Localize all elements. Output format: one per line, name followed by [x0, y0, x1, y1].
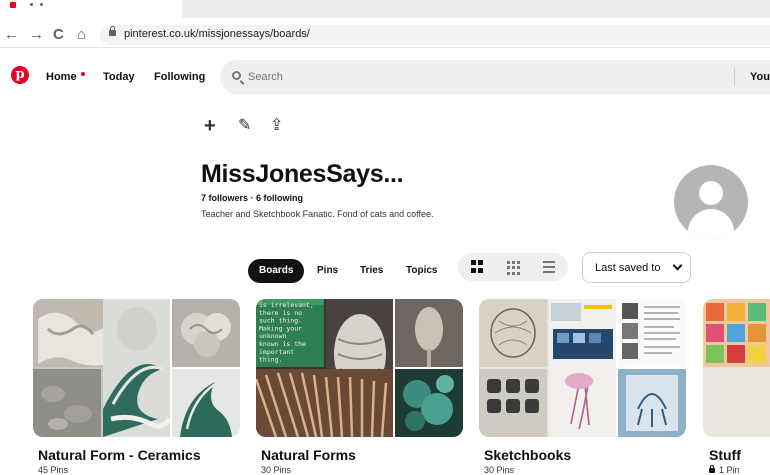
quote-line: thing.: [259, 356, 282, 364]
browser-tabstrip: [0, 0, 770, 22]
board-image: [172, 369, 240, 437]
board-pin-count: 1 Pin: [709, 465, 740, 475]
url-text[interactable]: pinterest.co.uk/missjonessays/boards/: [124, 28, 310, 40]
board-image: [395, 369, 463, 437]
board-title[interactable]: Natural Forms: [261, 447, 356, 463]
profile-name: MissJonesSays...: [201, 160, 404, 188]
home-icon[interactable]: ⌂: [77, 26, 86, 44]
board-image: [618, 299, 686, 367]
quote-line: such thing.: [259, 317, 302, 325]
quote-line: is irrelevant,: [259, 301, 314, 309]
board-image: [33, 299, 170, 437]
board-image: is irrelevant, there is no such thing. Maki…: [256, 299, 393, 437]
board-cover-natural-forms[interactable]: is irrelevant, there is no such thing. Maki…: [256, 299, 463, 437]
board-image: [618, 369, 686, 437]
board-pin-count: 30 Pins: [484, 465, 515, 475]
sort-dropdown[interactable]: Last saved to: [582, 252, 691, 283]
board-pin-count: 45 Pins: [38, 465, 69, 475]
browser-tab[interactable]: [182, 0, 770, 18]
view-toggle: [458, 253, 568, 281]
add-icon[interactable]: +: [204, 116, 216, 136]
pinterest-logo-icon[interactable]: p: [11, 66, 29, 84]
tab-boards[interactable]: Boards: [248, 259, 305, 283]
list-view-icon[interactable]: [543, 261, 557, 275]
share-icon[interactable]: ⇪: [270, 116, 283, 136]
avatar-body-icon: [688, 209, 734, 239]
back-icon[interactable]: ←: [4, 26, 19, 44]
board-cover-sketchbooks[interactable]: [479, 299, 686, 437]
board-cover-stuff[interactable]: [703, 299, 770, 437]
board-pin-count: 30 Pins: [261, 465, 292, 475]
board-title[interactable]: Sketchbooks: [484, 447, 571, 463]
search-placeholder: Search: [248, 71, 283, 83]
board-title[interactable]: Natural Form - Ceramics: [38, 447, 201, 463]
reload-icon[interactable]: C: [53, 26, 64, 44]
tab-dot: [40, 3, 43, 6]
lock-icon[interactable]: [109, 26, 116, 36]
quote-line: Making your: [259, 324, 302, 332]
board-title[interactable]: Stuff: [709, 447, 741, 463]
quote-line: unknown: [259, 332, 286, 340]
board-image: [703, 299, 770, 437]
nav-home[interactable]: Home: [46, 71, 85, 83]
site-header: p Home Today Following Search Your: [0, 56, 770, 98]
tab-dot: [30, 3, 33, 6]
chevron-down-icon: [672, 260, 683, 271]
search-icon: [232, 71, 241, 80]
nav-following[interactable]: Following: [154, 71, 205, 83]
secret-lock-icon: [709, 465, 715, 473]
search-bar[interactable]: Search Your: [220, 60, 770, 94]
notification-dot: [80, 72, 85, 76]
grid-view-icon[interactable]: [471, 260, 485, 274]
avatar[interactable]: [674, 165, 748, 239]
tab-pins[interactable]: Pins: [317, 259, 338, 283]
compact-view-icon[interactable]: [507, 261, 521, 275]
search-divider: [734, 68, 735, 86]
board-image: [395, 299, 463, 367]
follow-stats[interactable]: 7 followers · 6 following: [201, 193, 303, 203]
quote-line: there is no: [259, 309, 302, 317]
account-link[interactable]: Your: [750, 71, 770, 83]
quote-line: known is the: [259, 340, 306, 348]
tab-topics[interactable]: Topics: [406, 259, 437, 283]
board-image: [479, 299, 616, 437]
nav-home-label: Home: [46, 71, 77, 83]
board-cover-ceramics[interactable]: [33, 299, 240, 437]
browser-toolbar: ← → C ⌂ pinterest.co.uk/missjonessays/bo…: [0, 22, 770, 48]
board-pin-count-text: 1 Pin: [719, 465, 740, 475]
edit-icon[interactable]: ✎: [238, 116, 251, 136]
browser-tab-favicon[interactable]: [10, 2, 16, 8]
nav-today[interactable]: Today: [103, 71, 135, 83]
sort-label: Last saved to: [595, 262, 661, 274]
avatar-head-icon: [699, 181, 723, 205]
board-image: [172, 299, 240, 367]
profile-bio: Teacher and Sketchbook Fanatic. Fond of …: [201, 209, 434, 219]
tab-tries[interactable]: Tries: [360, 259, 383, 283]
forward-icon[interactable]: →: [29, 26, 44, 44]
quote-line: important: [259, 348, 294, 356]
